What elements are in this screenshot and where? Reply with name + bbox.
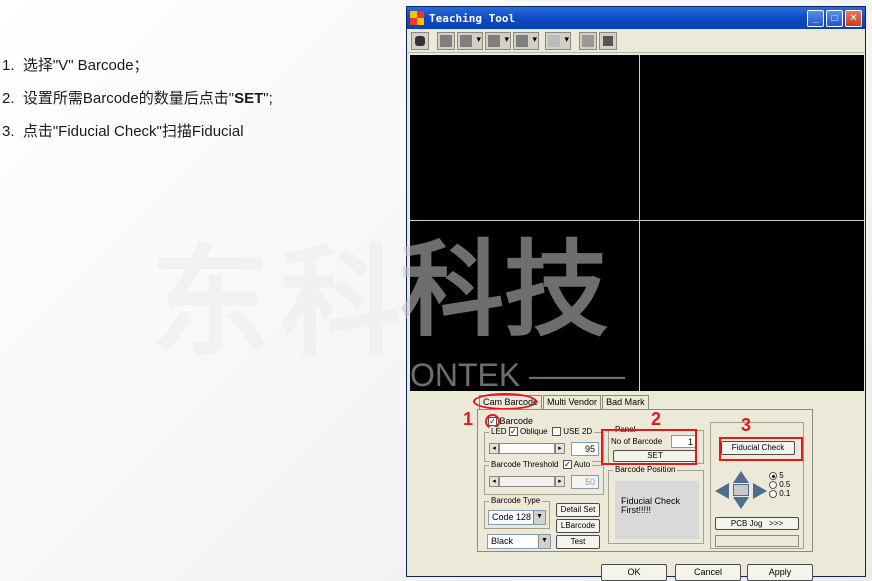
detail-set-button[interactable]: Detail Set [556,503,600,517]
auto-checkbox[interactable]: ✓ [562,460,572,470]
step-radio-5[interactable]: 5 [769,471,790,480]
led-value-field[interactable]: 95 [571,442,599,456]
apply-button[interactable]: Apply [747,564,813,581]
gray-block-icon[interactable] [437,31,455,50]
instruction-step-3: 3. 点击"Fiducial Check"扫描Fiducial [2,123,244,140]
barcode-type-title: Barcode Type [489,496,543,505]
annotation-number-2: 2 [651,409,662,429]
grid-icon[interactable] [579,31,597,50]
title-bar[interactable]: Teaching Tool _ □ ✕ [407,7,865,29]
toolbar [407,29,865,53]
instruction-list: 1. 选择"V" Barcode； 2. 设置所需Barcode的数量后点击"S… [2,56,273,155]
arrow-left-icon[interactable] [715,483,729,499]
step-size-radios: 5 0.5 0.1 [769,471,790,498]
threshold-slider-right[interactable]: ▸ [555,476,565,487]
threshold-value-field[interactable]: 50 [571,475,599,489]
lbarcode-button[interactable]: LBarcode [556,519,600,533]
led-group: LED ✓ Oblique USE 2D ◂ ▸ 95 [484,427,604,462]
camera-icon[interactable] [411,31,429,50]
crosshair-vertical [639,55,640,391]
jog-arrow-pad [715,471,767,511]
barcode-enable-label: Barcode [499,416,534,426]
arrow-down-icon[interactable] [733,497,749,509]
pcb-jog-button[interactable]: PCB Jog >>> [715,517,799,530]
led-slider-right[interactable]: ▸ [555,443,565,454]
gray-dropdown-icon-3[interactable] [513,31,539,50]
window-title: Teaching Tool [429,11,516,25]
camera-watermark-brand: ONTEK ——— [410,357,626,393]
cancel-button[interactable]: Cancel [675,564,741,581]
step-radio-0-1[interactable]: 0.1 [769,489,790,498]
arrow-right-icon[interactable] [753,483,767,499]
barcode-type-group: Barcode Type Code 128 ▼ [484,496,550,529]
barcode-position-title: Barcode Position [613,465,678,474]
led-group-title: LED ✓ Oblique USE 2D [489,427,595,437]
teaching-tool-window: Teaching Tool _ □ ✕ 科技 ONTEK ——— Cam Bar… [400,6,866,581]
use2d-checkbox[interactable] [552,427,562,437]
test-button[interactable]: Test [556,535,600,549]
barcode-type-select[interactable]: Code 128 ▼ [488,510,546,525]
instruction-step-2: 2. 设置所需Barcode的数量后点击"SET"; [2,90,273,107]
led-slider-left[interactable]: ◂ [489,443,499,454]
gray-dropdown-icon[interactable] [457,31,483,50]
maximize-button[interactable]: □ [826,9,843,27]
oblique-checkbox[interactable]: ✓ [508,427,518,437]
annotation-box-fiducial [719,437,803,461]
instruction-step-1: 1. 选择"V" Barcode； [2,57,149,74]
barcode-position-message: Fiducial Check First!!!!! [615,481,699,539]
threshold-group-title: Barcode Threshold ✓ Auto [489,460,593,470]
camera-watermark: 科技 [400,229,609,351]
camera-view[interactable]: 科技 ONTEK ——— [400,55,864,393]
annotation-box-panel [601,429,697,465]
minimize-button[interactable]: _ [807,9,824,27]
chevron-down-icon: ▼ [533,511,545,524]
color-select[interactable]: Black ▼ [487,534,551,549]
chevron-down-icon: ▼ [538,535,550,548]
threshold-slider-left[interactable]: ◂ [489,476,499,487]
barcode-position-group: Barcode Position Fiducial Check First!!!… [608,465,704,544]
settings-icon[interactable] [599,31,617,50]
gray-dropdown-icon-2[interactable] [485,31,511,50]
arrow-dropdown-icon[interactable] [545,31,571,50]
threshold-slider[interactable] [499,476,555,487]
step-radio-0-5[interactable]: 0.5 [769,480,790,489]
lower-panel: Cam Barcode Multi Vendor Bad Mark ✓ Barc… [407,393,865,581]
tab-multi-vendor[interactable]: Multi Vendor [543,395,602,409]
ok-button[interactable]: OK [601,564,667,581]
annotation-number-1: 1 [463,409,474,429]
led-slider[interactable] [499,443,555,454]
close-button[interactable]: ✕ [845,9,862,27]
annotation-number-3: 3 [741,415,752,435]
annotation-tab-circle [473,393,537,410]
jog-center[interactable] [733,484,749,496]
tab-bad-mark[interactable]: Bad Mark [602,395,649,409]
arrow-up-icon[interactable] [733,471,749,483]
app-icon [410,11,424,25]
status-field [715,535,799,547]
threshold-group: Barcode Threshold ✓ Auto ◂ ▸ 50 [484,460,604,495]
